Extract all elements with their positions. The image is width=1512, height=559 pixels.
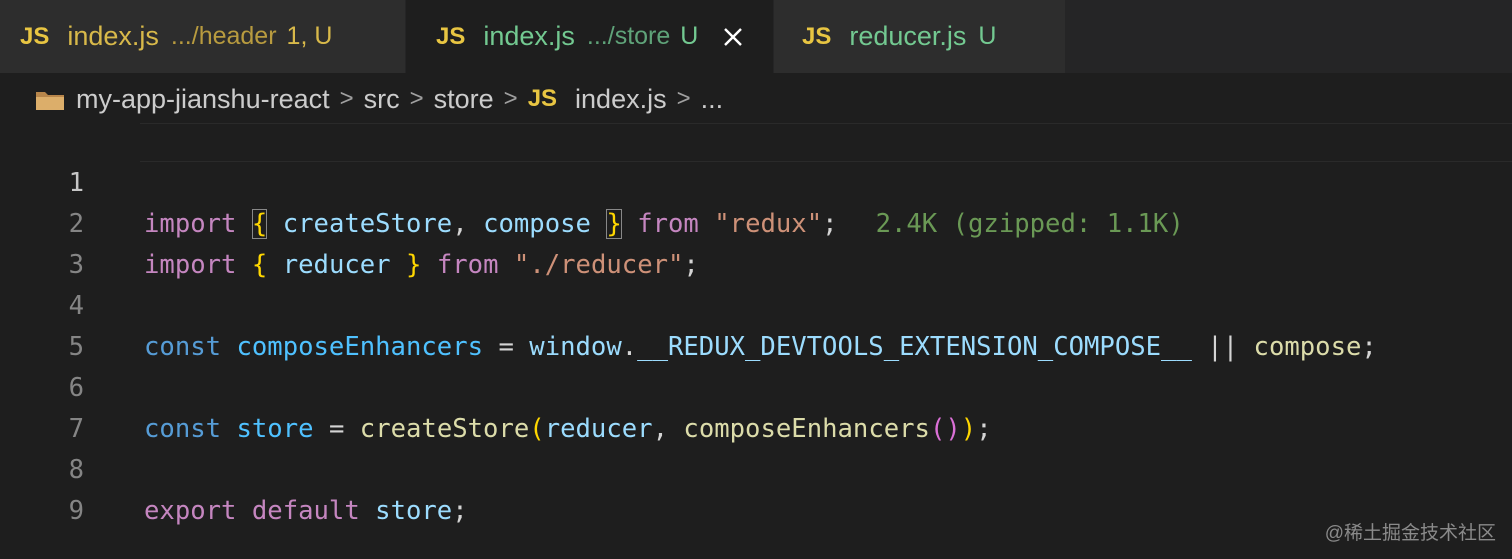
code-line[interactable]: 5 <box>0 286 1512 362</box>
code-line[interactable]: 1 import { createStore, compose } from "… <box>0 122 1512 239</box>
breadcrumb-more[interactable]: ... <box>701 84 724 115</box>
keyword: default <box>251 496 360 526</box>
breadcrumb: my-app-jianshu-react > src > store > JS … <box>0 73 1512 125</box>
chevron-right-icon: > <box>339 85 354 112</box>
code-line[interactable]: 9 <box>0 450 1512 526</box>
code-content: export default store; <box>144 491 468 532</box>
tab-directory: .../header <box>170 22 277 50</box>
breadcrumb-store[interactable]: store <box>434 84 494 115</box>
tab-store-index-js[interactable]: JS index.js .../store U <box>406 0 774 73</box>
code-line[interactable]: 3 <box>0 204 1512 280</box>
code-editor[interactable]: 1 import { createStore, compose } from "… <box>0 122 1512 526</box>
code-line[interactable]: 8 export default store; <box>0 409 1512 526</box>
punctuation: ; <box>452 496 468 526</box>
watermark: @稀土掘金技术社区 <box>1324 523 1496 544</box>
code-line[interactable]: 2 import { reducer } from "./reducer"; <box>0 163 1512 280</box>
line-number: 9 <box>68 496 84 526</box>
editor-tab-bar: JS index.js .../header 1, U JS index.js … <box>0 0 1512 73</box>
chevron-right-icon: > <box>503 85 518 112</box>
keyword: export <box>144 496 237 526</box>
close-icon[interactable] <box>720 24 746 50</box>
tab-status-badge: U <box>680 22 699 50</box>
code-line[interactable]: 7 <box>0 368 1512 444</box>
chevron-right-icon: > <box>676 85 691 112</box>
tab-reducer-js[interactable]: JS reducer.js U <box>774 0 1066 73</box>
js-file-icon: JS <box>527 85 558 112</box>
folder-icon <box>34 85 66 113</box>
tab-filename: index.js <box>483 21 575 51</box>
breadcrumb-src[interactable]: src <box>364 84 400 115</box>
chevron-right-icon: > <box>409 85 424 112</box>
js-file-icon: JS <box>20 22 50 50</box>
tab-status-badge: 1, U <box>286 22 333 50</box>
breadcrumb-file[interactable]: index.js <box>575 84 667 115</box>
tab-status-badge: U <box>978 22 997 50</box>
tab-directory: .../store <box>586 22 671 50</box>
breadcrumb-project[interactable]: my-app-jianshu-react <box>76 84 330 115</box>
identifier: store <box>375 496 453 526</box>
tab-header-index-js[interactable]: JS index.js .../header 1, U <box>0 0 406 73</box>
js-file-icon: JS <box>802 22 832 50</box>
tab-filename: index.js <box>67 21 159 51</box>
tab-filename: reducer.js <box>849 21 967 51</box>
js-file-icon: JS <box>436 22 466 50</box>
code-line[interactable]: 6 const store = createStore(reducer, com… <box>0 327 1512 444</box>
code-line[interactable]: 4 const composeEnhancers = window.__REDU… <box>0 245 1512 362</box>
